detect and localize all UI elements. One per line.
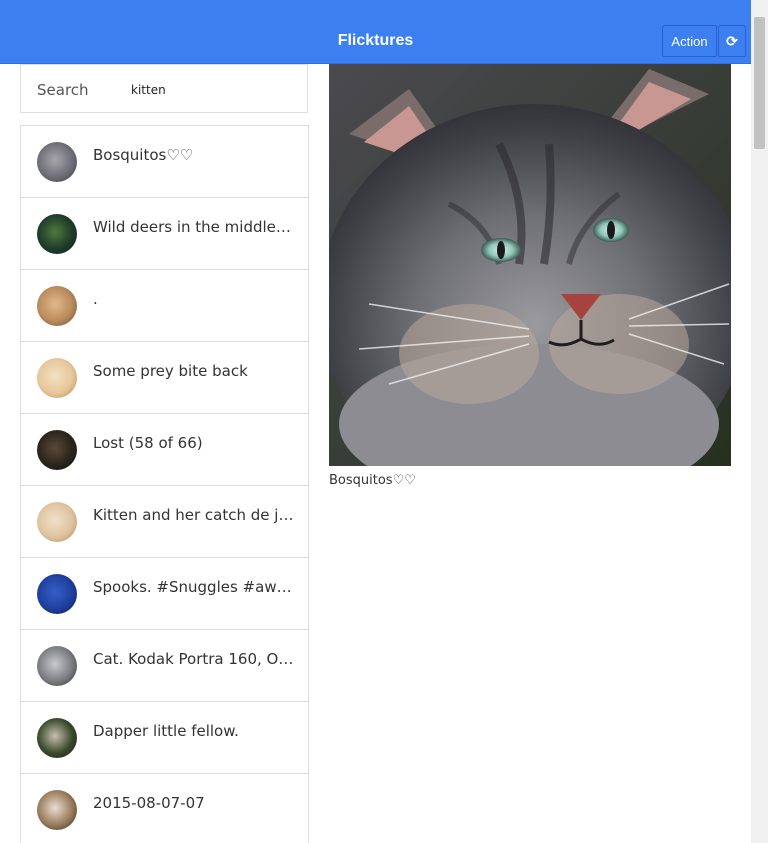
photo-caption: Bosquitos♡♡ [329, 473, 416, 488]
list-item-title: Bosquitos♡♡ [93, 146, 194, 164]
list-item[interactable]: Kitten and her catch de jour [20, 485, 309, 557]
thumbnail-avatar [37, 646, 77, 686]
list-item-title: Some prey bite back [93, 362, 248, 380]
search-label: Search [37, 81, 89, 99]
list-item[interactable]: . [20, 269, 309, 341]
selected-photo [329, 64, 731, 466]
app-title: Flicktures [337, 32, 414, 49]
thumbnail-avatar [37, 214, 77, 254]
list-item[interactable]: Wild deers in the middle o... [20, 197, 309, 269]
search-input[interactable] [129, 79, 293, 101]
thumbnail-avatar [37, 502, 77, 542]
app-header: Flicktures Action ⟳ [0, 0, 751, 64]
list-item[interactable]: Bosquitos♡♡ [20, 125, 309, 197]
list-item-title: . [93, 290, 98, 308]
list-item[interactable]: Cat. Kodak Portra 160, Oly... [20, 629, 309, 701]
scroll-thumb[interactable] [754, 17, 765, 149]
search-box: Search [20, 64, 308, 113]
list-item-title: Spooks. #Snuggles #aww ... [93, 578, 295, 596]
refresh-icon: ⟳ [726, 32, 738, 49]
action-button[interactable]: Action [662, 25, 717, 57]
thumbnail-avatar [37, 790, 77, 830]
thumbnail-avatar [37, 358, 77, 398]
list-item[interactable]: 2015-08-07-07 [20, 773, 309, 843]
app-window: Flicktures Action ⟳ Search Bosquitos♡♡ Wi… [0, 0, 768, 843]
list-item-title: Cat. Kodak Portra 160, Oly... [93, 650, 295, 668]
thumbnail-avatar [37, 142, 77, 182]
page-scrollbar[interactable] [751, 0, 768, 843]
result-list: Bosquitos♡♡ Wild deers in the middle o...… [20, 125, 309, 843]
list-item-title: Dapper little fellow. [93, 722, 239, 740]
cat-photo-image [329, 64, 731, 466]
thumbnail-avatar [37, 574, 77, 614]
list-item-title: Kitten and her catch de jour [93, 506, 295, 524]
list-item[interactable]: Lost (58 of 66) [20, 413, 309, 485]
list-item[interactable]: Dapper little fellow. [20, 701, 309, 773]
thumbnail-avatar [37, 430, 77, 470]
refresh-button[interactable]: ⟳ [718, 25, 746, 57]
list-item-title: 2015-08-07-07 [93, 794, 205, 812]
thumbnail-avatar [37, 718, 77, 758]
thumbnail-avatar [37, 286, 77, 326]
list-item[interactable]: Spooks. #Snuggles #aww ... [20, 557, 309, 629]
list-item-title: Wild deers in the middle o... [93, 218, 295, 236]
list-item[interactable]: Some prey bite back [20, 341, 309, 413]
list-item-title: Lost (58 of 66) [93, 434, 203, 452]
